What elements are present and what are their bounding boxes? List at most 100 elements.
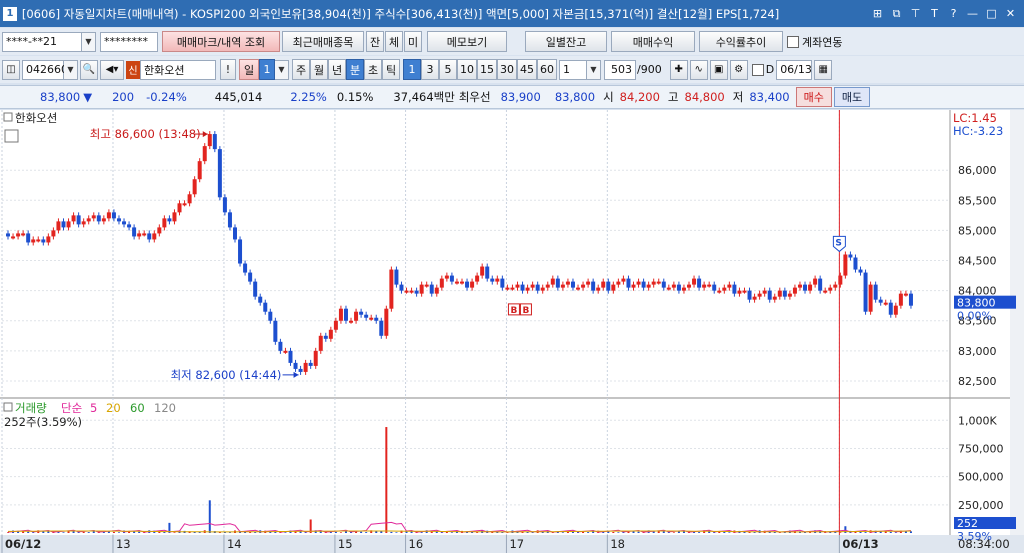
volume-bar [728, 532, 731, 533]
screen-number-badge: 1 [3, 6, 17, 21]
interval-button-15[interactable]: 15 [477, 59, 497, 80]
account-link-label: 계좌연동 [802, 35, 843, 49]
calendar-icon[interactable]: ▦ [814, 59, 833, 80]
chart-area[interactable]: 82,500 83,000 83,500 84,000 84,500 85,000 85,5… [0, 110, 1024, 553]
price-chart-svg[interactable]: 82,50083,00083,50084,00084,50085,00085,5… [0, 110, 1024, 553]
candle-body [651, 281, 656, 285]
compare-icon[interactable]: ∿ [689, 59, 708, 80]
volume-bar [889, 531, 892, 533]
bar-count-total: /900 [637, 63, 662, 76]
stock-name-field[interactable]: 한화오션 [140, 59, 216, 80]
sell-button[interactable]: 매도 [833, 87, 871, 107]
date-field[interactable]: 06/13 [776, 59, 813, 80]
period-week-button[interactable]: 주 [292, 59, 310, 80]
candle-body [21, 233, 26, 236]
day-dropdown-icon[interactable]: ▼ [275, 59, 289, 80]
candle-body [465, 281, 470, 288]
candle-body [752, 296, 757, 300]
candle-body [414, 290, 419, 294]
period-second-button[interactable]: 초 [364, 59, 382, 80]
account-dropdown-icon[interactable]: ▼ [82, 31, 96, 52]
candle-body [338, 308, 343, 321]
candle-body [354, 311, 359, 321]
bar-count-field[interactable]: 503 [604, 59, 636, 80]
volume-bar [390, 531, 393, 533]
interval-button-1[interactable]: 1 [403, 59, 421, 80]
indicator-icon[interactable]: ✚ [669, 59, 688, 80]
candle-body [343, 308, 348, 321]
close-icon[interactable]: ✕ [1003, 6, 1018, 21]
ma-label: 단순 [61, 401, 82, 415]
current-price: 83,800 [40, 90, 81, 104]
unfilled-button[interactable]: 미 [404, 31, 422, 52]
interval-button-3[interactable]: 3 [421, 59, 439, 80]
alert-button[interactable]: ! [220, 59, 236, 80]
interval-button-60[interactable]: 60 [537, 59, 557, 80]
candle-body [283, 350, 288, 353]
candle-body [359, 311, 364, 315]
account-link-checkbox[interactable] [787, 35, 799, 48]
interval-button-30[interactable]: 30 [497, 59, 517, 80]
interval-button-10[interactable]: 10 [457, 59, 477, 80]
best-buy-price: 83,800 [554, 90, 596, 104]
period-year-button[interactable]: 년 [328, 59, 346, 80]
candle-body [843, 254, 848, 276]
period-minute-button[interactable]: 분 [346, 59, 364, 80]
code-dropdown-icon[interactable]: ▼ [64, 59, 78, 80]
price-change: 200 [112, 90, 135, 104]
candle-body [253, 281, 258, 297]
period-day-button[interactable]: 일 [239, 59, 259, 80]
account-number-field[interactable]: ****-**21 [2, 31, 82, 52]
candle-body [303, 362, 308, 372]
stock-code-field[interactable]: 042660 [22, 59, 68, 80]
interval-input[interactable]: 1 [559, 59, 587, 80]
interval-button-5[interactable]: 5 [439, 59, 457, 80]
password-field[interactable]: ******** [100, 31, 158, 52]
balance-button[interactable]: 잔 [366, 31, 384, 52]
daily-balance-button[interactable]: 일별잔고 [525, 31, 607, 52]
day-number[interactable]: 1 [259, 59, 275, 80]
date-checkbox[interactable] [751, 63, 764, 76]
save-icon[interactable]: ▣ [709, 59, 728, 80]
interval-dropdown-icon[interactable]: ▼ [587, 59, 601, 80]
candle-body [162, 218, 167, 228]
buy-marker-label: B [522, 306, 529, 316]
candle-body [858, 269, 863, 273]
candle-body [278, 341, 283, 351]
candle-body [510, 287, 515, 290]
date-label: 16 [409, 537, 424, 551]
memo-view-button[interactable]: 메모보기 [427, 31, 507, 52]
maximize-icon[interactable]: □ [984, 6, 999, 21]
help-icon[interactable]: ? [946, 6, 961, 21]
candle-body [777, 290, 782, 297]
period-month-button[interactable]: 월 [310, 59, 328, 80]
speaker-icon[interactable]: ◀▾ [100, 59, 124, 80]
price-change-pct: -0.24% [146, 90, 187, 104]
candle-body [449, 275, 454, 282]
time-label: 08:34:00 [958, 537, 1010, 551]
price-tick-label: 84,500 [958, 255, 997, 268]
volume-tag-text: 252 [957, 517, 978, 530]
trade-profit-button[interactable]: 매매수익 [611, 31, 695, 52]
window-copy-icon[interactable]: ⧉ [889, 6, 904, 21]
window-link-icon[interactable]: ⊞ [870, 6, 885, 21]
period-tick-button[interactable]: 틱 [382, 59, 400, 80]
settings-gear-icon[interactable]: ⚙ [729, 59, 748, 80]
window-pin-icon[interactable]: ⊤ [908, 6, 923, 21]
trade-mark-query-button[interactable]: 매매마크/내역 조회 [162, 31, 280, 52]
filled-button[interactable]: 체 [385, 31, 403, 52]
candle-body [349, 320, 354, 323]
font-size-icon[interactable]: T [927, 6, 942, 21]
volume-bar [420, 532, 423, 533]
yield-trend-button[interactable]: 수익률추이 [699, 31, 783, 52]
recent-trades-button[interactable]: 최근매매종목 [282, 31, 364, 52]
candle-body [258, 296, 263, 303]
interval-button-45[interactable]: 45 [517, 59, 537, 80]
code-search-toggle-icon[interactable]: ◫ [2, 59, 20, 80]
volume-bar [228, 532, 231, 533]
buy-button[interactable]: 매수 [795, 87, 832, 107]
candle-body [86, 218, 91, 222]
minimize-icon[interactable]: — [965, 6, 980, 21]
search-icon[interactable]: 🔍 [80, 59, 98, 80]
price-tick-label: 86,000 [958, 164, 997, 177]
